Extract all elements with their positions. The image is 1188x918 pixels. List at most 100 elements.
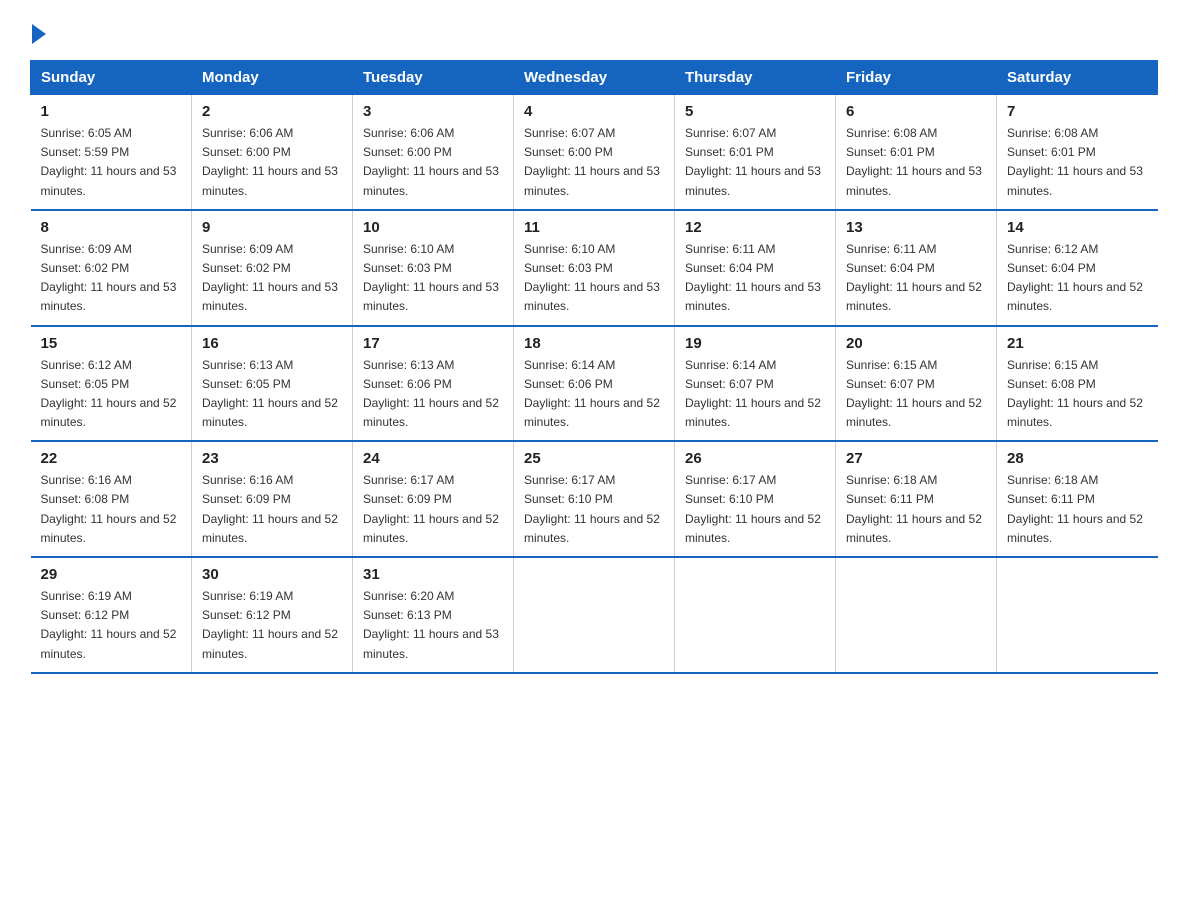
day-info: Sunrise: 6:15 AM Sunset: 6:08 PM Dayligh… — [1007, 356, 1148, 433]
column-header-wednesday: Wednesday — [514, 61, 675, 95]
day-info: Sunrise: 6:18 AM Sunset: 6:11 PM Dayligh… — [1007, 471, 1148, 548]
calendar-cell: 17 Sunrise: 6:13 AM Sunset: 6:06 PM Dayl… — [353, 326, 514, 442]
day-number: 26 — [685, 450, 825, 467]
calendar-cell — [514, 557, 675, 673]
calendar-cell: 27 Sunrise: 6:18 AM Sunset: 6:11 PM Dayl… — [836, 441, 997, 557]
day-info: Sunrise: 6:16 AM Sunset: 6:09 PM Dayligh… — [202, 471, 342, 548]
calendar-cell: 4 Sunrise: 6:07 AM Sunset: 6:00 PM Dayli… — [514, 95, 675, 210]
day-info: Sunrise: 6:06 AM Sunset: 6:00 PM Dayligh… — [363, 124, 503, 201]
calendar-cell: 15 Sunrise: 6:12 AM Sunset: 6:05 PM Dayl… — [31, 326, 192, 442]
calendar-cell: 28 Sunrise: 6:18 AM Sunset: 6:11 PM Dayl… — [997, 441, 1158, 557]
day-number: 21 — [1007, 335, 1148, 352]
day-number: 7 — [1007, 103, 1148, 120]
calendar-cell: 26 Sunrise: 6:17 AM Sunset: 6:10 PM Dayl… — [675, 441, 836, 557]
day-number: 1 — [41, 103, 182, 120]
calendar-cell: 25 Sunrise: 6:17 AM Sunset: 6:10 PM Dayl… — [514, 441, 675, 557]
day-info: Sunrise: 6:17 AM Sunset: 6:09 PM Dayligh… — [363, 471, 503, 548]
logo — [30, 20, 46, 40]
day-number: 3 — [363, 103, 503, 120]
day-number: 29 — [41, 566, 182, 583]
calendar-cell: 10 Sunrise: 6:10 AM Sunset: 6:03 PM Dayl… — [353, 210, 514, 326]
day-info: Sunrise: 6:15 AM Sunset: 6:07 PM Dayligh… — [846, 356, 986, 433]
calendar-cell: 12 Sunrise: 6:11 AM Sunset: 6:04 PM Dayl… — [675, 210, 836, 326]
day-info: Sunrise: 6:09 AM Sunset: 6:02 PM Dayligh… — [202, 240, 342, 317]
calendar-week-row: 1 Sunrise: 6:05 AM Sunset: 5:59 PM Dayli… — [31, 95, 1158, 210]
day-number: 10 — [363, 219, 503, 236]
calendar-cell — [836, 557, 997, 673]
calendar-cell: 1 Sunrise: 6:05 AM Sunset: 5:59 PM Dayli… — [31, 95, 192, 210]
day-number: 2 — [202, 103, 342, 120]
day-info: Sunrise: 6:14 AM Sunset: 6:07 PM Dayligh… — [685, 356, 825, 433]
calendar-cell — [997, 557, 1158, 673]
day-number: 13 — [846, 219, 986, 236]
calendar-cell: 30 Sunrise: 6:19 AM Sunset: 6:12 PM Dayl… — [192, 557, 353, 673]
page-header — [30, 20, 1158, 40]
day-info: Sunrise: 6:11 AM Sunset: 6:04 PM Dayligh… — [846, 240, 986, 317]
day-info: Sunrise: 6:16 AM Sunset: 6:08 PM Dayligh… — [41, 471, 182, 548]
day-number: 6 — [846, 103, 986, 120]
day-info: Sunrise: 6:09 AM Sunset: 6:02 PM Dayligh… — [41, 240, 182, 317]
calendar-cell: 14 Sunrise: 6:12 AM Sunset: 6:04 PM Dayl… — [997, 210, 1158, 326]
day-number: 8 — [41, 219, 182, 236]
day-info: Sunrise: 6:19 AM Sunset: 6:12 PM Dayligh… — [202, 587, 342, 664]
calendar-cell: 6 Sunrise: 6:08 AM Sunset: 6:01 PM Dayli… — [836, 95, 997, 210]
calendar-cell: 16 Sunrise: 6:13 AM Sunset: 6:05 PM Dayl… — [192, 326, 353, 442]
calendar-cell: 7 Sunrise: 6:08 AM Sunset: 6:01 PM Dayli… — [997, 95, 1158, 210]
calendar-cell: 8 Sunrise: 6:09 AM Sunset: 6:02 PM Dayli… — [31, 210, 192, 326]
day-info: Sunrise: 6:07 AM Sunset: 6:00 PM Dayligh… — [524, 124, 664, 201]
day-info: Sunrise: 6:20 AM Sunset: 6:13 PM Dayligh… — [363, 587, 503, 664]
calendar-header-row: SundayMondayTuesdayWednesdayThursdayFrid… — [31, 61, 1158, 95]
day-info: Sunrise: 6:07 AM Sunset: 6:01 PM Dayligh… — [685, 124, 825, 201]
day-number: 12 — [685, 219, 825, 236]
day-number: 28 — [1007, 450, 1148, 467]
day-number: 22 — [41, 450, 182, 467]
day-number: 23 — [202, 450, 342, 467]
calendar-cell: 24 Sunrise: 6:17 AM Sunset: 6:09 PM Dayl… — [353, 441, 514, 557]
column-header-sunday: Sunday — [31, 61, 192, 95]
calendar-cell: 20 Sunrise: 6:15 AM Sunset: 6:07 PM Dayl… — [836, 326, 997, 442]
day-info: Sunrise: 6:08 AM Sunset: 6:01 PM Dayligh… — [1007, 124, 1148, 201]
calendar-cell: 2 Sunrise: 6:06 AM Sunset: 6:00 PM Dayli… — [192, 95, 353, 210]
column-header-friday: Friday — [836, 61, 997, 95]
calendar-week-row: 22 Sunrise: 6:16 AM Sunset: 6:08 PM Dayl… — [31, 441, 1158, 557]
calendar-cell: 5 Sunrise: 6:07 AM Sunset: 6:01 PM Dayli… — [675, 95, 836, 210]
calendar-cell — [675, 557, 836, 673]
calendar-cell: 19 Sunrise: 6:14 AM Sunset: 6:07 PM Dayl… — [675, 326, 836, 442]
day-info: Sunrise: 6:13 AM Sunset: 6:05 PM Dayligh… — [202, 356, 342, 433]
day-info: Sunrise: 6:17 AM Sunset: 6:10 PM Dayligh… — [524, 471, 664, 548]
day-number: 24 — [363, 450, 503, 467]
day-info: Sunrise: 6:05 AM Sunset: 5:59 PM Dayligh… — [41, 124, 182, 201]
day-info: Sunrise: 6:14 AM Sunset: 6:06 PM Dayligh… — [524, 356, 664, 433]
day-info: Sunrise: 6:10 AM Sunset: 6:03 PM Dayligh… — [524, 240, 664, 317]
day-number: 14 — [1007, 219, 1148, 236]
day-number: 18 — [524, 335, 664, 352]
day-number: 11 — [524, 219, 664, 236]
day-number: 17 — [363, 335, 503, 352]
column-header-saturday: Saturday — [997, 61, 1158, 95]
day-info: Sunrise: 6:06 AM Sunset: 6:00 PM Dayligh… — [202, 124, 342, 201]
day-number: 27 — [846, 450, 986, 467]
calendar-week-row: 15 Sunrise: 6:12 AM Sunset: 6:05 PM Dayl… — [31, 326, 1158, 442]
day-number: 9 — [202, 219, 342, 236]
calendar-cell: 29 Sunrise: 6:19 AM Sunset: 6:12 PM Dayl… — [31, 557, 192, 673]
calendar-cell: 23 Sunrise: 6:16 AM Sunset: 6:09 PM Dayl… — [192, 441, 353, 557]
calendar-cell: 22 Sunrise: 6:16 AM Sunset: 6:08 PM Dayl… — [31, 441, 192, 557]
calendar-week-row: 29 Sunrise: 6:19 AM Sunset: 6:12 PM Dayl… — [31, 557, 1158, 673]
column-header-thursday: Thursday — [675, 61, 836, 95]
day-number: 20 — [846, 335, 986, 352]
calendar-cell: 3 Sunrise: 6:06 AM Sunset: 6:00 PM Dayli… — [353, 95, 514, 210]
day-number: 30 — [202, 566, 342, 583]
calendar-cell: 21 Sunrise: 6:15 AM Sunset: 6:08 PM Dayl… — [997, 326, 1158, 442]
day-number: 15 — [41, 335, 182, 352]
logo-arrow-icon — [32, 24, 46, 44]
day-info: Sunrise: 6:12 AM Sunset: 6:05 PM Dayligh… — [41, 356, 182, 433]
column-header-monday: Monday — [192, 61, 353, 95]
calendar-table: SundayMondayTuesdayWednesdayThursdayFrid… — [30, 60, 1158, 674]
calendar-week-row: 8 Sunrise: 6:09 AM Sunset: 6:02 PM Dayli… — [31, 210, 1158, 326]
day-info: Sunrise: 6:18 AM Sunset: 6:11 PM Dayligh… — [846, 471, 986, 548]
calendar-cell: 31 Sunrise: 6:20 AM Sunset: 6:13 PM Dayl… — [353, 557, 514, 673]
day-number: 19 — [685, 335, 825, 352]
day-info: Sunrise: 6:19 AM Sunset: 6:12 PM Dayligh… — [41, 587, 182, 664]
day-info: Sunrise: 6:12 AM Sunset: 6:04 PM Dayligh… — [1007, 240, 1148, 317]
calendar-cell: 9 Sunrise: 6:09 AM Sunset: 6:02 PM Dayli… — [192, 210, 353, 326]
